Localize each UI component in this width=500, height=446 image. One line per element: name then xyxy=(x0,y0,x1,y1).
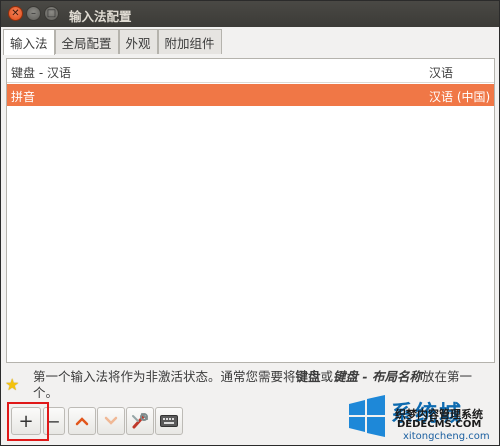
tab-bar: 输入法 全局配置 外观 附加组件 xyxy=(3,29,222,55)
watermark: 系统城 织梦内容管理系统 DEDECMS.COM xitongcheng.com xyxy=(345,392,500,446)
configure-icon xyxy=(132,413,148,429)
star-icon: ★ xyxy=(5,375,20,394)
header-language[interactable]: 汉语 xyxy=(429,64,453,81)
watermark-url: xitongcheng.com xyxy=(403,431,490,442)
info-bold-layout: 键盘 - 布局名称 xyxy=(333,369,422,384)
header-keyboard[interactable]: 键盘 - 汉语 xyxy=(11,64,71,81)
window-title: 输入法配置 xyxy=(69,9,132,24)
title-bar[interactable]: ✕ – □ 输入法配置 xyxy=(1,1,499,27)
info-mid: 或 xyxy=(320,369,334,384)
minimize-icon: – xyxy=(31,7,36,19)
up-arrow-icon xyxy=(75,417,89,426)
info-bold-keyboard: 键盘 xyxy=(295,369,321,384)
move-up-button[interactable] xyxy=(68,407,96,435)
maximize-icon: □ xyxy=(46,7,57,19)
list-header: 键盘 - 汉语 汉语 xyxy=(7,59,494,83)
watermark-domain: DEDECMS.COM xyxy=(397,419,482,430)
keyboard-icon xyxy=(160,415,178,427)
down-arrow-icon xyxy=(104,416,118,425)
move-down-button[interactable] xyxy=(97,407,125,435)
windows-logo-icon xyxy=(349,395,385,437)
info-prefix: 第一个输入法将作为非激活状态。通常您需要将 xyxy=(33,369,296,384)
close-button[interactable]: ✕ xyxy=(8,6,23,21)
keyboard-layout-button[interactable] xyxy=(155,407,183,435)
tab-appearance[interactable]: 外观 xyxy=(118,29,158,54)
minus-icon: − xyxy=(47,411,61,431)
tab-global-config[interactable]: 全局配置 xyxy=(54,29,119,54)
tab-input-method[interactable]: 输入法 xyxy=(3,29,55,55)
list-item[interactable]: 拼音 汉语 (中国) xyxy=(7,84,494,106)
input-method-config-window: ✕ – □ 输入法配置 输入法 全局配置 外观 附加组件 键盘 - 汉语 汉语 … xyxy=(0,0,500,446)
configure-button[interactable] xyxy=(126,407,154,435)
highlight-box xyxy=(7,402,49,441)
close-icon: ✕ xyxy=(11,7,20,19)
tab-addons[interactable]: 附加组件 xyxy=(157,29,222,54)
list-item-name: 拼音 xyxy=(11,90,36,104)
maximize-button[interactable]: □ xyxy=(44,6,59,21)
list-item-language: 汉语 (中国) xyxy=(429,90,491,104)
minimize-button[interactable]: – xyxy=(26,6,41,21)
input-method-list[interactable]: 键盘 - 汉语 汉语 拼音 汉语 (中国) xyxy=(6,58,495,363)
